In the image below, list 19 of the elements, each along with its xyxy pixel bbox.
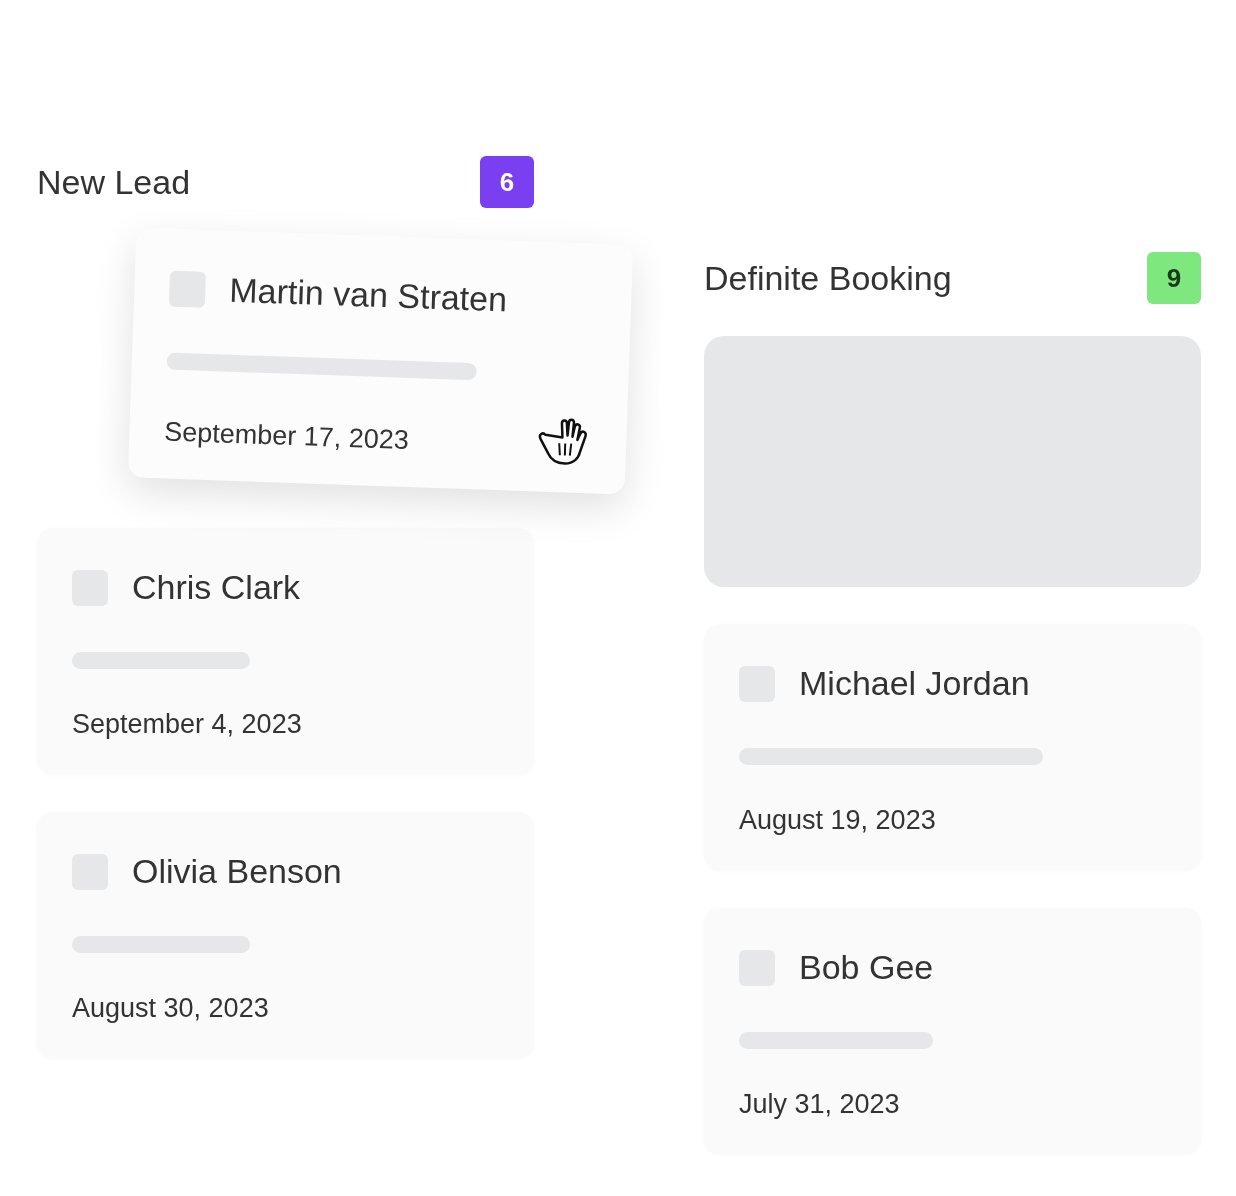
count-badge: 9 xyxy=(1147,252,1201,304)
lead-date: July 31, 2023 xyxy=(739,1089,900,1120)
lead-name: Michael Jordan xyxy=(799,664,1030,703)
lead-name: Martin van Straten xyxy=(228,270,508,320)
lead-card[interactable]: Michael Jordan August 19, 2023 xyxy=(704,624,1201,870)
lead-card[interactable]: Olivia Benson August 30, 2023 xyxy=(37,812,534,1058)
count-badge: 6 xyxy=(480,156,534,208)
lead-name: Chris Clark xyxy=(132,568,301,607)
column-title: New Lead xyxy=(37,162,191,202)
lead-name: Olivia Benson xyxy=(132,852,342,891)
column-title: Definite Booking xyxy=(704,258,952,298)
lead-card[interactable]: Bob Gee July 31, 2023 xyxy=(704,908,1201,1154)
lead-card[interactable]: Chris Clark September 4, 2023 xyxy=(37,528,534,774)
lead-name: Bob Gee xyxy=(799,948,934,987)
lead-date: September 17, 2023 xyxy=(163,416,410,456)
lead-card[interactable]: Martin van Straten September 17, 2023 xyxy=(127,227,634,495)
lead-date: August 19, 2023 xyxy=(739,805,936,836)
lead-date: September 4, 2023 xyxy=(72,709,302,740)
lead-date: August 30, 2023 xyxy=(72,993,269,1024)
